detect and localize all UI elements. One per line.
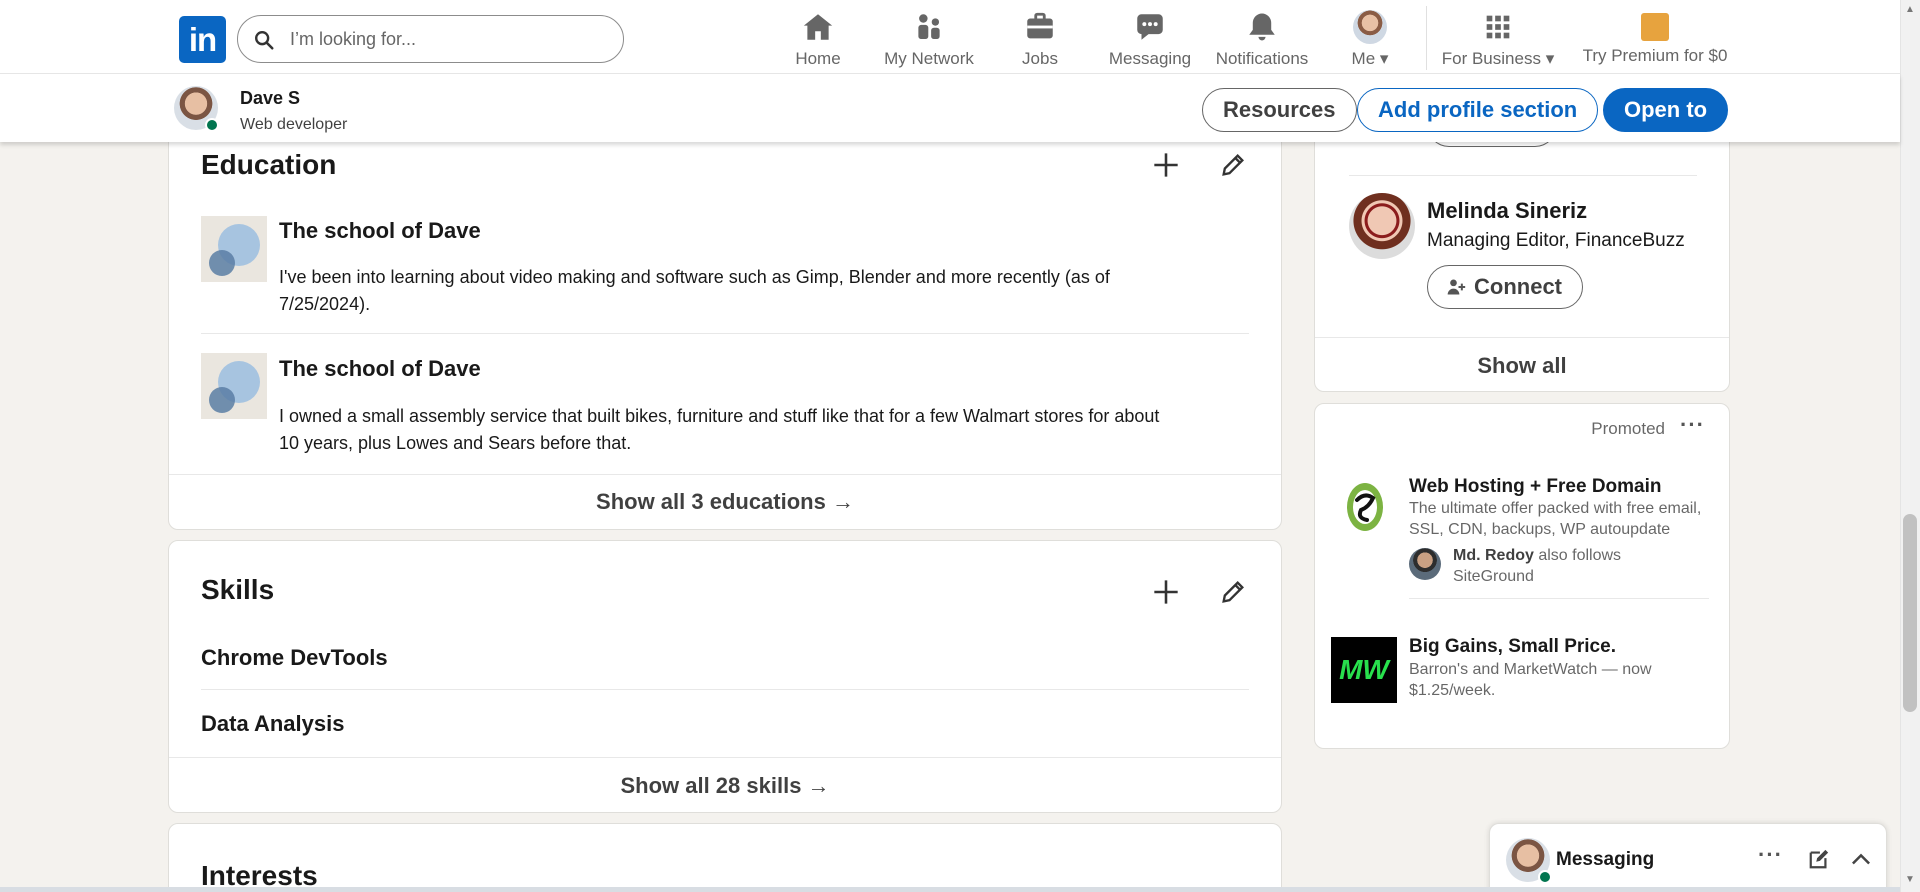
- nav-me[interactable]: Me ▾: [1340, 10, 1400, 70]
- home-icon: [803, 14, 833, 40]
- nav-for-business[interactable]: For Business ▾: [1440, 10, 1556, 70]
- school-logo[interactable]: [201, 216, 267, 282]
- plus-icon: [1154, 580, 1178, 604]
- show-all-people-link[interactable]: Show all: [1315, 353, 1729, 379]
- nav-for-business-label: For Business ▾: [1441, 49, 1555, 68]
- add-profile-section-button[interactable]: Add profile section: [1357, 88, 1599, 132]
- nav-messaging-label: Messaging: [1108, 49, 1192, 68]
- nav-home[interactable]: Home: [788, 10, 848, 70]
- show-all-educations-link[interactable]: Show all 3 educations →: [169, 489, 1281, 515]
- interests-card: Interests: [168, 823, 1282, 892]
- edit-skills-button[interactable]: [1213, 572, 1253, 612]
- person-avatar[interactable]: [1349, 193, 1415, 259]
- scrollbar-thumb[interactable]: [1903, 514, 1917, 712]
- more-options-icon[interactable]: ···: [1680, 412, 1705, 438]
- profile-headline: Web developer: [240, 116, 348, 133]
- entry-divider: [201, 333, 1249, 334]
- education-description: I owned a small assembly service that bu…: [279, 406, 1160, 453]
- linkedin-logo[interactable]: in: [179, 16, 226, 63]
- messaging-overlay[interactable]: Messaging ···: [1489, 823, 1887, 892]
- skill-item[interactable]: Data Analysis: [201, 711, 344, 737]
- profile-sticky-header: Dave S Web developer Resources Add profi…: [0, 74, 1900, 142]
- plus-icon: [1154, 153, 1178, 177]
- nav-jobs[interactable]: Jobs: [1010, 10, 1070, 70]
- resources-button[interactable]: Resources: [1202, 88, 1357, 132]
- show-all-skills-link[interactable]: Show all 28 skills →: [169, 773, 1281, 799]
- entry-divider: [1349, 175, 1697, 176]
- ad-title[interactable]: Web Hosting + Free Domain: [1409, 476, 1662, 498]
- person-headline: Managing Editor, FinanceBuzz: [1427, 230, 1685, 251]
- online-status-icon: [1538, 870, 1552, 884]
- education-description: I've been into learning about video maki…: [279, 267, 1110, 314]
- add-skill-button[interactable]: [1146, 572, 1186, 612]
- search-input[interactable]: [290, 25, 610, 53]
- promoted-card: Promoted ··· Web Hosting + Free Domain T…: [1314, 403, 1730, 749]
- skills-title: Skills: [201, 574, 275, 605]
- skill-item[interactable]: Chrome DevTools: [201, 645, 388, 671]
- window-bottom-edge: [0, 887, 1900, 892]
- messaging-icon: [1137, 14, 1163, 40]
- search-icon: [255, 31, 274, 50]
- scroll-down-arrow-icon[interactable]: ▼: [1905, 874, 1915, 885]
- add-education-button[interactable]: [1146, 145, 1186, 185]
- compose-icon[interactable]: [1808, 848, 1830, 870]
- nav-my-network[interactable]: My Network: [878, 10, 980, 70]
- nav-my-network-label: My Network: [884, 49, 974, 68]
- education-school-name[interactable]: The school of Dave: [279, 218, 481, 244]
- nav-messaging[interactable]: Messaging: [1104, 10, 1196, 70]
- section-divider: [169, 757, 1281, 758]
- promoted-label: Promoted: [1591, 419, 1665, 438]
- me-dropdown-caret-icon: ▾: [1379, 49, 1389, 68]
- global-nav: in Home My Network Jobs Messaging Notifi…: [0, 0, 1900, 74]
- nav-jobs-label: Jobs: [1022, 49, 1058, 68]
- chevron-up-icon[interactable]: [1850, 850, 1872, 868]
- entry-divider: [201, 689, 1249, 690]
- open-to-button[interactable]: Open to: [1603, 88, 1729, 132]
- page-scrollbar[interactable]: [1900, 0, 1920, 892]
- marketwatch-logo[interactable]: MW: [1331, 637, 1397, 703]
- profile-name: Dave S: [240, 88, 301, 108]
- nav-notifications[interactable]: Notifications: [1212, 10, 1312, 70]
- search-box[interactable]: [237, 15, 624, 63]
- scroll-up-arrow-icon[interactable]: ▲: [1905, 4, 1915, 15]
- entry-divider: [1409, 598, 1709, 599]
- messaging-options-icon[interactable]: ···: [1758, 842, 1783, 868]
- connect-button[interactable]: Connect: [1427, 265, 1583, 309]
- ad-body: The ultimate offer packed with free emai…: [1409, 500, 1702, 538]
- siteground-logo[interactable]: [1343, 480, 1387, 534]
- pencil-icon: [1222, 154, 1244, 176]
- ad-body: Barron's and MarketWatch — now $1.25/wee…: [1409, 661, 1652, 699]
- nav-notifications-label: Notifications: [1215, 49, 1309, 68]
- section-divider: [1315, 337, 1729, 338]
- education-card: Education The school of Dave I've been i…: [168, 100, 1282, 530]
- education-title: Education: [201, 149, 337, 180]
- skills-card: Skills Chrome DevTools Data Analysis Sho…: [168, 540, 1282, 813]
- nav-try-premium[interactable]: Try Premium for $0: [1580, 10, 1730, 70]
- people-you-may-know-card: Melinda Sineriz Managing Editor, Finance…: [1314, 100, 1730, 392]
- notifications-icon: [1249, 13, 1275, 41]
- me-avatar: [1353, 10, 1387, 44]
- for-business-caret-icon: ▾: [1545, 49, 1555, 68]
- person-name[interactable]: Melinda Sineriz: [1427, 198, 1587, 224]
- nav-me-label: Me ▾: [1351, 49, 1389, 68]
- ad-follower-text: Md. Redoy also follows SiteGround: [1453, 547, 1622, 585]
- online-status-icon: [205, 118, 219, 132]
- nav-home-label: Home: [795, 49, 841, 68]
- add-person-icon: [1447, 279, 1466, 295]
- grid-icon: [1486, 15, 1510, 39]
- follower-avatar[interactable]: [1409, 548, 1441, 580]
- school-logo[interactable]: [201, 353, 267, 419]
- nav-try-premium-label: Try Premium for $0: [1582, 46, 1728, 65]
- education-school-name[interactable]: The school of Dave: [279, 356, 481, 382]
- messaging-label: Messaging: [1556, 849, 1655, 870]
- ad-title[interactable]: Big Gains, Small Price.: [1409, 636, 1616, 658]
- my-network-icon: [918, 14, 940, 40]
- jobs-icon: [1027, 12, 1053, 39]
- pencil-icon: [1222, 581, 1244, 603]
- premium-icon: [1641, 13, 1669, 41]
- nav-divider: [1426, 6, 1427, 70]
- section-divider: [169, 474, 1281, 475]
- edit-education-button[interactable]: [1213, 145, 1253, 185]
